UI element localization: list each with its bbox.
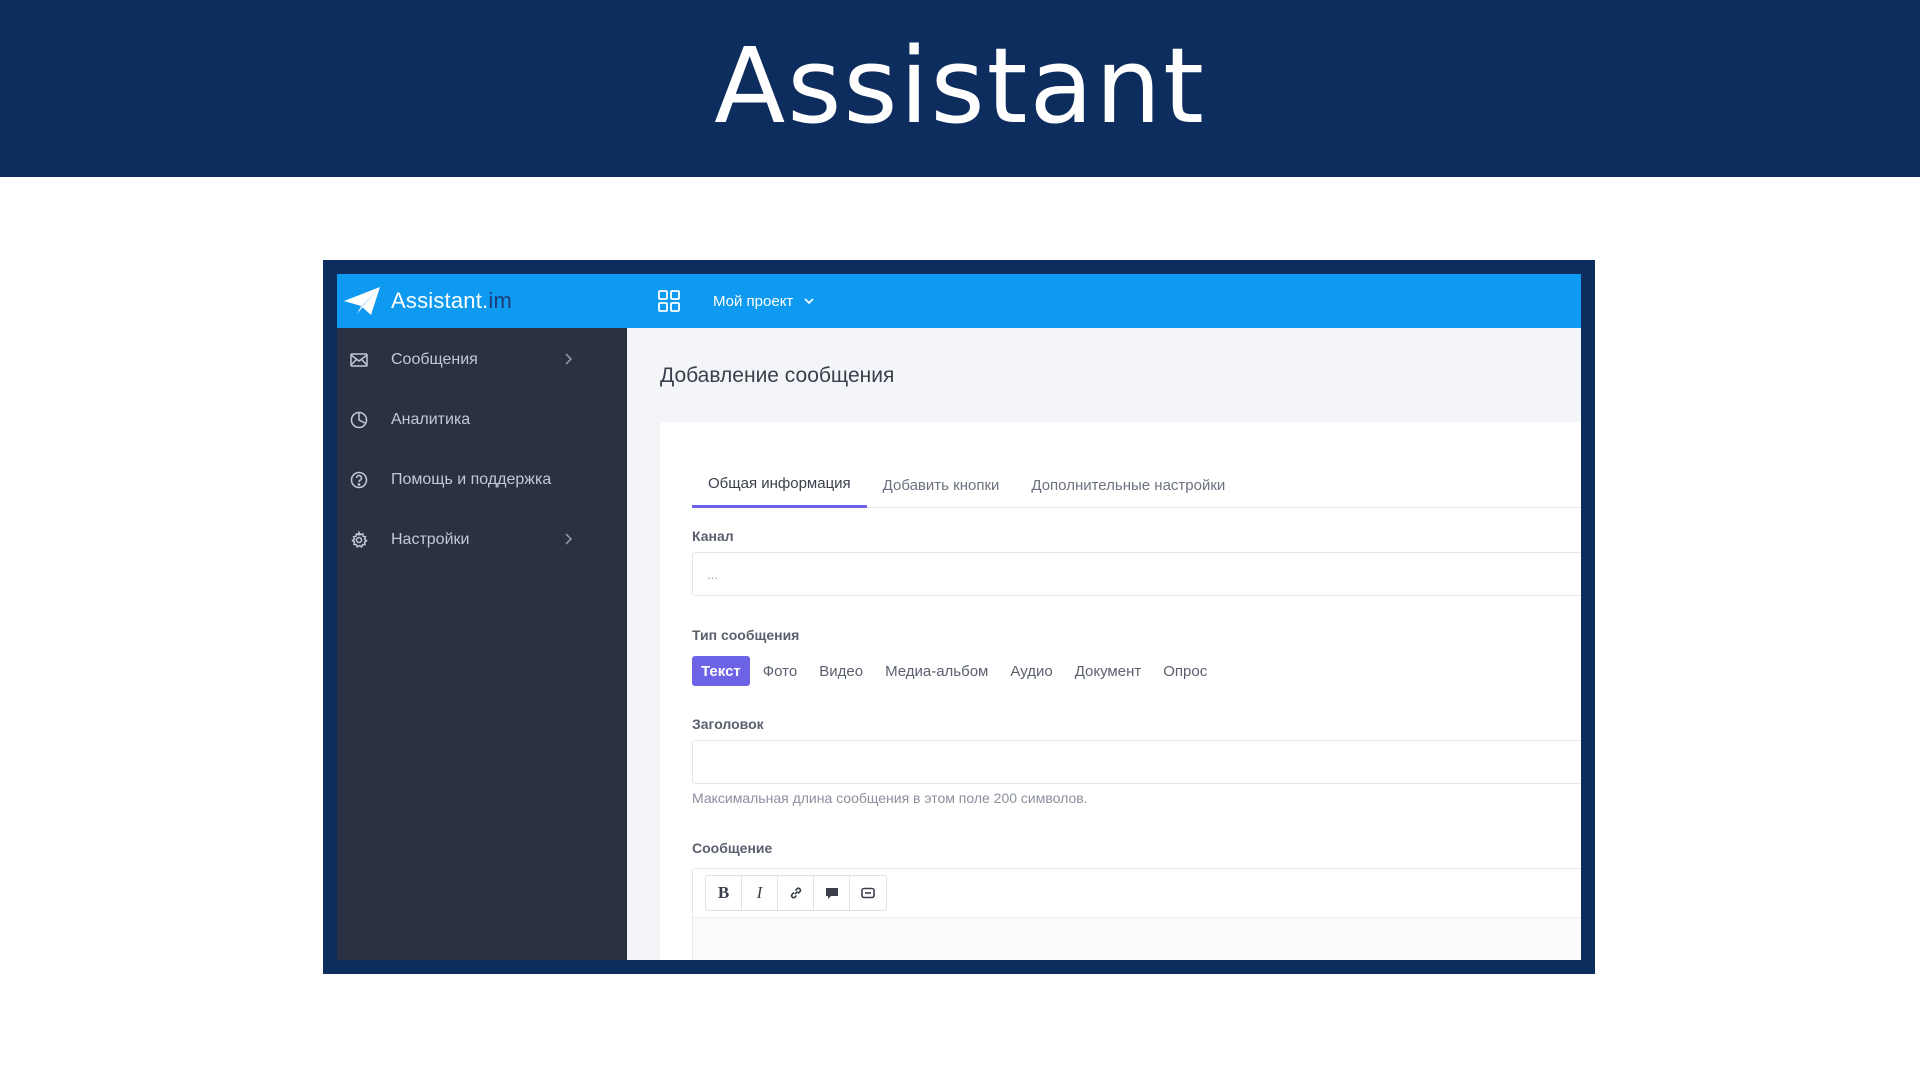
- message-label: Сообщение: [692, 840, 773, 856]
- title-hint: Максимальная длина сообщения в этом поле…: [692, 790, 1088, 806]
- gear-icon: [349, 530, 369, 550]
- grid-icon[interactable]: [657, 289, 681, 313]
- paper-plane-icon: [344, 287, 380, 315]
- form-card: Общая информация Добавить кнопки Дополни…: [660, 422, 1581, 960]
- channel-label: Канал: [692, 528, 734, 544]
- question-circle-icon: [349, 470, 369, 490]
- logo-text: Assistant.im: [391, 288, 512, 313]
- sidebar-item-label: Аналитика: [391, 411, 471, 428]
- main-content: Добавление сообщения Общая информация До…: [627, 328, 1581, 960]
- type-poll-button[interactable]: Опрос: [1154, 656, 1216, 686]
- chevron-right-icon: [565, 353, 573, 365]
- top-navbar: Assistant.im Мой проект: [337, 274, 1581, 328]
- link-button[interactable]: [778, 876, 814, 910]
- italic-button[interactable]: I: [742, 876, 778, 910]
- app-window: Assistant.im Мой проект Сообщения Аналит…: [337, 274, 1581, 960]
- message-editor: B I: [692, 868, 1581, 960]
- sidebar-item-label: Настройки: [391, 531, 470, 548]
- type-audio-button[interactable]: Аудио: [1001, 656, 1061, 686]
- sidebar-item-messages[interactable]: Сообщения: [337, 330, 627, 390]
- link-icon: [790, 887, 801, 899]
- sidebar-item-label: Сообщения: [391, 351, 478, 368]
- comment-icon: [825, 888, 838, 899]
- type-text-button[interactable]: Текст: [692, 656, 750, 686]
- title-label: Заголовок: [692, 716, 764, 732]
- tab-add-buttons[interactable]: Добавить кнопки: [867, 462, 1016, 508]
- page-title: Добавление сообщения: [660, 364, 895, 387]
- pie-chart-icon: [349, 410, 369, 430]
- tab-additional-settings[interactable]: Дополнительные настройки: [1015, 462, 1241, 508]
- message-type-label: Тип сообщения: [692, 627, 800, 643]
- chevron-right-icon: [565, 533, 573, 545]
- title-input[interactable]: [692, 740, 1581, 784]
- screenshot-frame: Assistant.im Мой проект Сообщения Аналит…: [323, 260, 1595, 974]
- type-document-button[interactable]: Документ: [1066, 656, 1151, 686]
- tab-general-info[interactable]: Общая информация: [692, 462, 867, 508]
- project-dropdown[interactable]: Мой проект: [713, 274, 815, 328]
- envelope-icon: [349, 350, 369, 370]
- chevron-down-icon: [804, 298, 814, 305]
- spoiler-button[interactable]: [850, 876, 886, 910]
- type-video-button[interactable]: Видео: [810, 656, 872, 686]
- sidebar-item-help[interactable]: Помощь и поддержка: [337, 450, 627, 510]
- logo-suffix: im: [488, 288, 512, 313]
- logo[interactable]: Assistant.im: [343, 274, 512, 328]
- banner-title: Assistant: [714, 24, 1206, 147]
- channel-select[interactable]: ...: [692, 552, 1581, 596]
- message-type-selector: Текст Фото Видео Медиа-альбом Аудио Доку…: [692, 656, 1220, 686]
- sidebar-item-settings[interactable]: Настройки: [337, 510, 627, 570]
- tab-bar: Общая информация Добавить кнопки Дополни…: [692, 462, 1581, 508]
- bold-button[interactable]: B: [706, 876, 742, 910]
- comment-button[interactable]: [814, 876, 850, 910]
- project-label: Мой проект: [713, 292, 794, 310]
- sidebar-item-label: Помощь и поддержка: [391, 471, 552, 488]
- editor-toolbar: B I: [705, 875, 887, 911]
- message-textarea[interactable]: [693, 917, 1581, 960]
- type-photo-button[interactable]: Фото: [754, 656, 806, 686]
- top-banner: Assistant: [0, 0, 1920, 177]
- type-media-album-button[interactable]: Медиа-альбом: [876, 656, 997, 686]
- spoiler-icon: [861, 887, 875, 899]
- sidebar: Сообщения Аналитика Помощь и поддержка Н…: [337, 328, 627, 960]
- sidebar-item-analytics[interactable]: Аналитика: [337, 390, 627, 450]
